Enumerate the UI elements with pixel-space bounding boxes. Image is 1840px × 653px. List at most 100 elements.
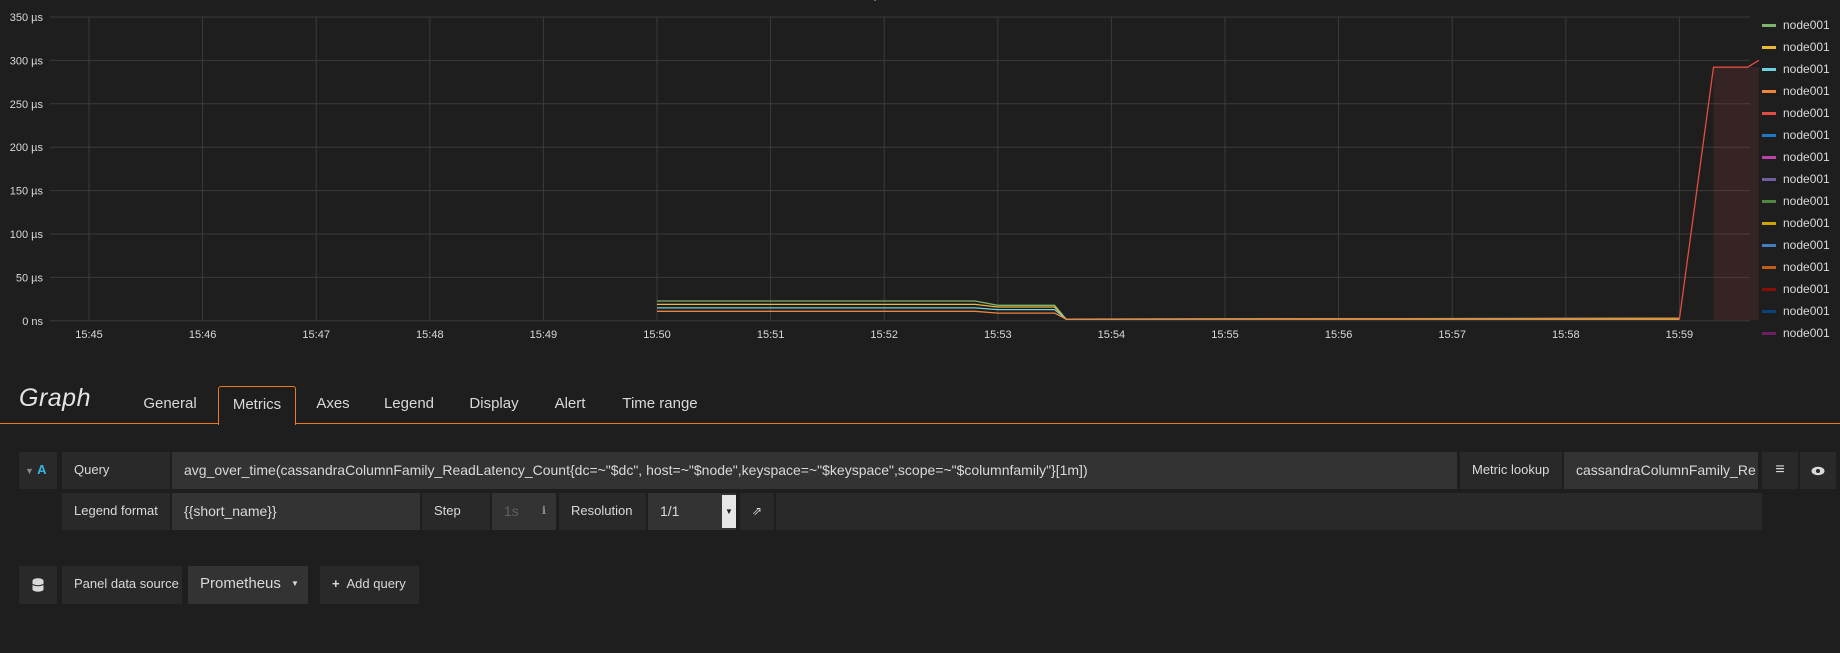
x-tick-label: 15:56 (1325, 329, 1353, 341)
x-tick-label: 15:46 (189, 329, 217, 341)
tab-general[interactable]: General (130, 386, 210, 422)
series-line (657, 300, 1680, 320)
resolution-label: Resolution (559, 493, 646, 530)
legend-swatch (1762, 133, 1776, 137)
data-source-select[interactable]: Prometheus ▼ (188, 566, 308, 604)
legend-label: node001 (1783, 40, 1830, 54)
tab-legend[interactable]: Legend (374, 386, 444, 422)
legend-item[interactable]: node001 (1762, 256, 1840, 278)
legend-label: node001 (1783, 194, 1830, 208)
x-tick-label: 15:54 (1098, 329, 1126, 341)
legend-swatch (1762, 331, 1776, 335)
metric-lookup-input[interactable]: cassandraColumnFamily_Re (1564, 452, 1758, 489)
legend-swatch (1762, 199, 1776, 203)
legend-swatch (1762, 287, 1776, 291)
legend-item[interactable]: node001 (1762, 168, 1840, 190)
series-area (1713, 67, 1759, 320)
step-input[interactable]: 1s ℹ (492, 493, 556, 530)
tab-axes[interactable]: Axes (305, 386, 361, 422)
legend-swatch (1762, 111, 1776, 115)
x-tick-label: 15:49 (530, 329, 558, 341)
legend-label: node001 (1783, 150, 1830, 164)
legend-item[interactable]: node001 (1762, 14, 1840, 36)
plus-icon: + (332, 576, 340, 591)
legend-swatch (1762, 177, 1776, 181)
legend-item[interactable]: node001 (1762, 234, 1840, 256)
graph-legend: node001 node001 node001 node001 node001 node0… (1762, 14, 1840, 344)
query-letter-toggle[interactable]: ▼ A (19, 452, 57, 489)
legend-format-label: Legend format (62, 493, 170, 530)
dropdown-arrow-icon: ▼ (722, 495, 736, 528)
x-tick-label: 15:55 (1211, 329, 1239, 341)
query-letter: A (37, 462, 47, 477)
legend-item[interactable]: node001 (1762, 102, 1840, 124)
editor-title: Graph (19, 384, 91, 412)
legend-label: node001 (1783, 128, 1830, 142)
metric-lookup-label: Metric lookup (1460, 452, 1562, 489)
x-tick-label: 15:48 (416, 329, 444, 341)
legend-item[interactable]: node001 (1762, 190, 1840, 212)
y-tick-label: 150 µs (10, 186, 44, 198)
y-tick-label: 300 µs (10, 55, 44, 67)
query-row-filler (776, 493, 1762, 530)
legend-swatch (1762, 45, 1776, 49)
legend-item[interactable]: node001 (1762, 212, 1840, 234)
graph-panel: Latency r 5P 42 350 µs 300 µs 250 µs 200 µs 1… (0, 0, 1840, 348)
caret-down-icon: ▼ (25, 466, 34, 476)
x-tick-label: 15:45 (75, 329, 103, 341)
tab-display[interactable]: Display (455, 386, 533, 422)
x-tick-label: 15:50 (643, 329, 671, 341)
legend-item[interactable]: node001 (1762, 322, 1840, 344)
external-link-icon[interactable]: ⇗ (740, 493, 774, 530)
legend-item[interactable]: node001 (1762, 80, 1840, 102)
x-tick-label: 15:57 (1438, 329, 1466, 341)
legend-item[interactable]: node001 (1762, 124, 1840, 146)
legend-swatch (1762, 23, 1776, 27)
tab-time-range[interactable]: Time range (612, 386, 708, 422)
legend-item[interactable]: node001 (1762, 36, 1840, 58)
query-input[interactable]: avg_over_time(cassandraColumnFamily_Read… (172, 452, 1457, 489)
x-tick-label: 15:53 (984, 329, 1012, 341)
resolution-value: 1/1 (660, 503, 680, 519)
legend-item[interactable]: node001 (1762, 278, 1840, 300)
legend-item[interactable]: node001 (1762, 146, 1840, 168)
legend-label: node001 (1783, 238, 1830, 252)
legend-label: node001 (1783, 304, 1830, 318)
legend-label: node001 (1783, 282, 1830, 296)
legend-item[interactable]: node001 (1762, 300, 1840, 322)
legend-swatch (1762, 243, 1776, 247)
legend-label: node001 (1783, 260, 1830, 274)
legend-format-input[interactable]: {{short_name}} (172, 493, 420, 530)
legend-swatch (1762, 89, 1776, 93)
legend-swatch (1762, 155, 1776, 159)
legend-item[interactable]: node001 (1762, 58, 1840, 80)
eye-icon[interactable] (1800, 452, 1836, 489)
resolution-select[interactable]: 1/1 ▼ (648, 493, 736, 530)
y-tick-label: 50 µs (16, 272, 44, 284)
query-label: Query (62, 452, 170, 489)
y-tick-label: 350 µs (10, 12, 44, 24)
legend-label: node001 (1783, 326, 1830, 340)
add-query-label: Add query (346, 576, 406, 591)
series-line (657, 310, 1680, 320)
tab-alert[interactable]: Alert (545, 386, 595, 422)
x-tick-label: 15:51 (757, 329, 785, 341)
data-source-value: Prometheus (200, 575, 281, 592)
x-tick-label: 15:47 (302, 329, 330, 341)
legend-swatch (1762, 265, 1776, 269)
info-icon: ℹ (541, 505, 546, 517)
add-query-button[interactable]: + Add query (320, 566, 419, 604)
legend-label: node001 (1783, 216, 1830, 230)
legend-label: node001 (1783, 172, 1830, 186)
step-placeholder: 1s (504, 503, 519, 519)
series-line (657, 307, 1680, 320)
menu-icon[interactable]: ≡ (1762, 452, 1798, 489)
chart-title: Latency r 5P 42 (835, 0, 926, 1)
panel-data-source-label: Panel data source (62, 566, 182, 604)
y-tick-label: 0 ns (22, 316, 43, 328)
tab-metrics[interactable]: Metrics (218, 386, 296, 425)
step-label: Step (422, 493, 490, 530)
legend-label: node001 (1783, 62, 1830, 76)
latency-chart: Latency r 5P 42 350 µs 300 µs 250 µs 200 µs 1… (10, 0, 1760, 341)
x-tick-label: 15:58 (1552, 329, 1580, 341)
